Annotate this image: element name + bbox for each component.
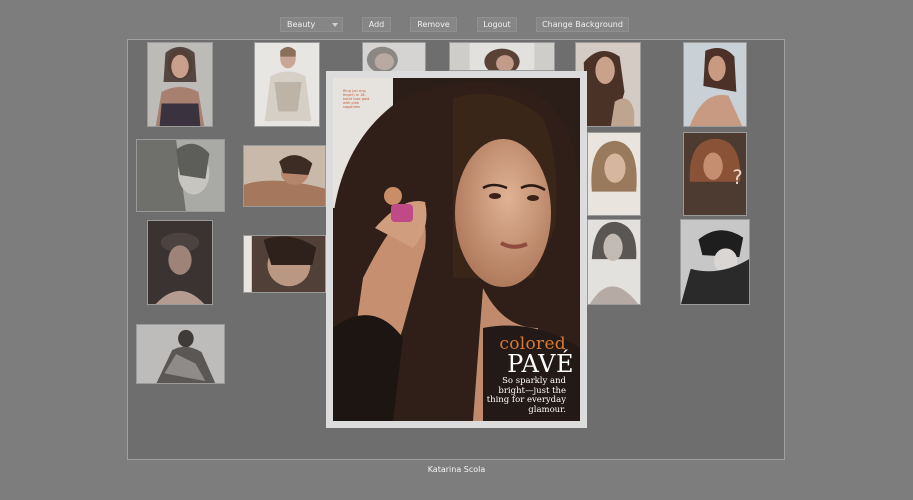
footer-user-name: Katarina Scola	[427, 465, 486, 474]
photo-thumbnail[interactable]	[243, 235, 326, 293]
fine-print-credit: Ring (on ring finger) in 18-karat rose g…	[343, 89, 370, 109]
category-select-value: Beauty	[287, 20, 316, 29]
photo-thumbnail[interactable]	[147, 220, 213, 305]
photo-thumbnail[interactable]	[683, 42, 747, 127]
chevron-down-icon	[332, 23, 338, 27]
photo-thumbnail[interactable]	[362, 42, 426, 72]
toolbar: Beauty Add Remove Logout Change Backgrou…	[0, 17, 913, 32]
photo-thumbnail[interactable]	[136, 324, 225, 384]
photo-thumbnail[interactable]	[147, 42, 213, 127]
svg-text:?: ?	[732, 166, 742, 189]
photo-thumbnail[interactable]: ?	[683, 132, 747, 216]
headline-pave: PAVÉ	[507, 350, 574, 378]
photo-thumbnail[interactable]	[243, 145, 326, 207]
photo-thumbnail[interactable]	[587, 132, 641, 216]
photo-thumbnail[interactable]	[449, 42, 555, 71]
headline-caption: So sparkly and bright—just the thing for…	[486, 376, 566, 415]
category-select[interactable]: Beauty	[280, 17, 343, 32]
logout-button[interactable]: Logout	[477, 17, 517, 32]
enlarged-photo-preview[interactable]: Ring (on ring finger) in 18-karat rose g…	[326, 71, 587, 428]
magazine-page-image: Ring (on ring finger) in 18-karat rose g…	[333, 78, 580, 421]
change-background-button[interactable]: Change Background	[536, 17, 629, 32]
remove-button[interactable]: Remove	[410, 17, 457, 32]
photo-thumbnail[interactable]	[587, 219, 641, 305]
photo-thumbnail[interactable]	[254, 42, 320, 127]
add-button[interactable]: Add	[362, 17, 391, 32]
photo-thumbnail[interactable]	[136, 139, 225, 212]
photo-thumbnail[interactable]	[680, 219, 750, 305]
